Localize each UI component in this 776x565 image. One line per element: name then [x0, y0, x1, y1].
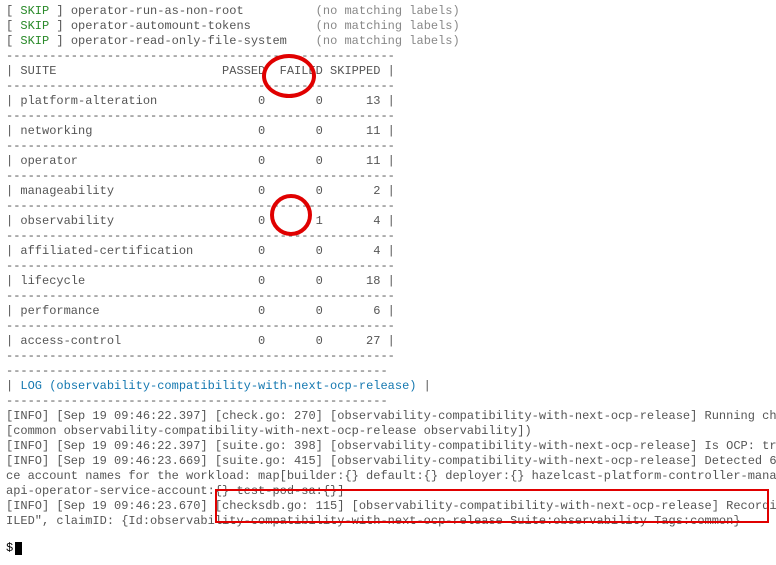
log-header-line: | LOG (observability-compatibility-with-…	[6, 379, 770, 394]
log-line: [common observability-compatibility-with…	[6, 424, 770, 439]
table-line: ----------------------------------------…	[6, 79, 770, 94]
log-lines: [INFO] [Sep 19 09:46:22.397] [check.go: …	[6, 409, 770, 529]
skip-lines: [ SKIP ] operator-run-as-non-root (no ma…	[6, 4, 770, 49]
log-line: ILED", claimID: {Id:observability-compat…	[6, 514, 770, 529]
log-line: ce account names for the workload: map[b…	[6, 469, 770, 484]
skip-line: [ SKIP ] operator-run-as-non-root (no ma…	[6, 4, 770, 19]
table-line: | performance 0 0 6 |	[6, 304, 770, 319]
table-line: | manageability 0 0 2 |	[6, 184, 770, 199]
divider: ----------------------------------------…	[6, 394, 770, 409]
table-line: ----------------------------------------…	[6, 349, 770, 364]
table-line: ----------------------------------------…	[6, 289, 770, 304]
table-line: ----------------------------------------…	[6, 199, 770, 214]
table-line: ----------------------------------------…	[6, 169, 770, 184]
table-line: | access-control 0 0 27 |	[6, 334, 770, 349]
table-line: | platform-alteration 0 0 13 |	[6, 94, 770, 109]
table-line: ----------------------------------------…	[6, 139, 770, 154]
skip-line: [ SKIP ] operator-automount-tokens (no m…	[6, 19, 770, 34]
table-line: ----------------------------------------…	[6, 109, 770, 124]
log-line: api-operator-service-account:{} test-pod…	[6, 484, 770, 499]
log-line: [INFO] [Sep 19 09:46:23.669] [suite.go: …	[6, 454, 770, 469]
log-line: [INFO] [Sep 19 09:46:23.670] [checksdb.g…	[6, 499, 770, 514]
skip-line: [ SKIP ] operator-read-only-file-system …	[6, 34, 770, 49]
table-line: | affiliated-certification 0 0 4 |	[6, 244, 770, 259]
cursor	[15, 542, 22, 555]
table-line: ----------------------------------------…	[6, 259, 770, 274]
table-line: | networking 0 0 11 |	[6, 124, 770, 139]
divider: ----------------------------------------…	[6, 364, 770, 379]
results-table: ----------------------------------------…	[6, 49, 770, 364]
shell-prompt[interactable]: $	[6, 541, 770, 556]
log-header-text: LOG (observability-compatibility-with-ne…	[20, 379, 416, 393]
table-line: | lifecycle 0 0 18 |	[6, 274, 770, 289]
table-line: | SUITE PASSED FAILED SKIPPED |	[6, 64, 770, 79]
log-line: [INFO] [Sep 19 09:46:22.397] [check.go: …	[6, 409, 770, 424]
table-line: | observability 0 1 4 |	[6, 214, 770, 229]
table-line: ----------------------------------------…	[6, 319, 770, 334]
table-line: ----------------------------------------…	[6, 229, 770, 244]
log-line: [INFO] [Sep 19 09:46:22.397] [suite.go: …	[6, 439, 770, 454]
table-line: ----------------------------------------…	[6, 49, 770, 64]
table-line: | operator 0 0 11 |	[6, 154, 770, 169]
